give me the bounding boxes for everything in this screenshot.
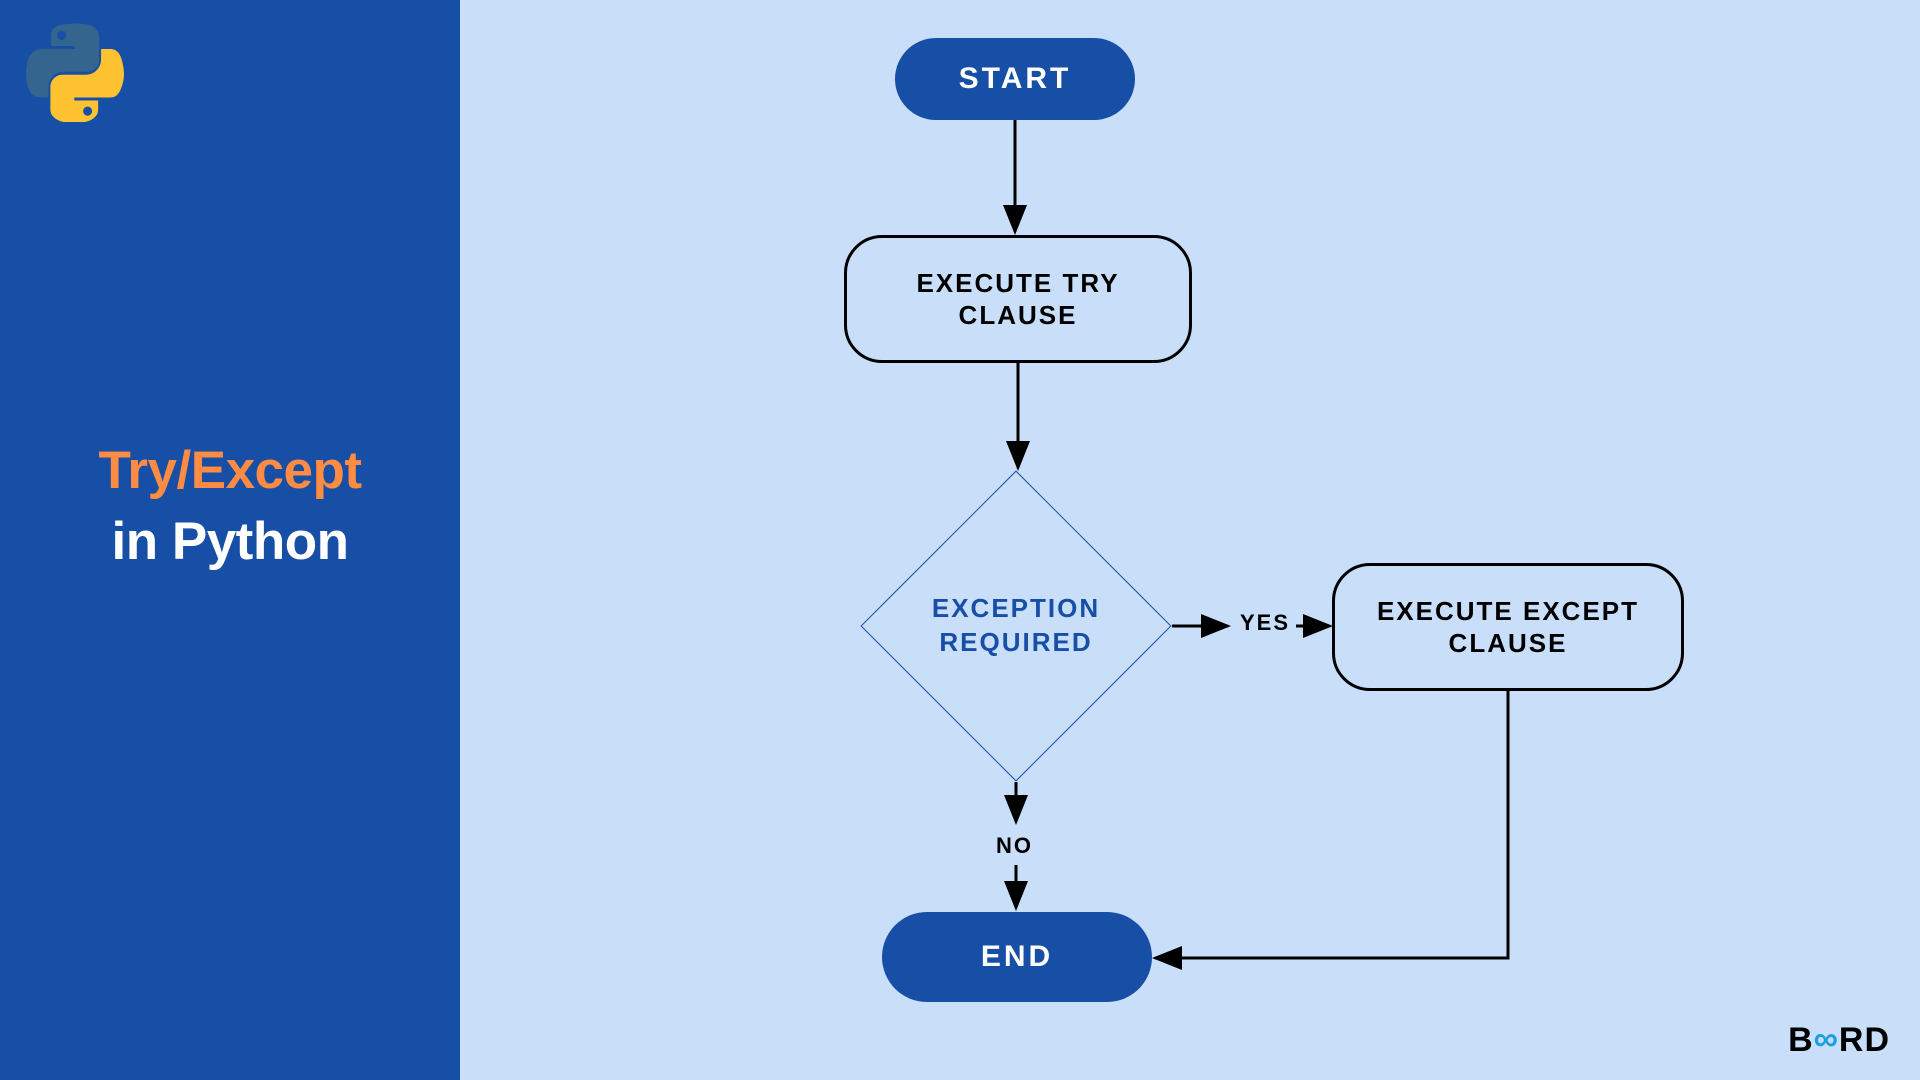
flow-except-node: EXECUTE EXCEPTCLAUSE xyxy=(1332,563,1684,691)
title-line-2: in Python xyxy=(0,511,460,572)
page-title: Try/Except in Python xyxy=(0,440,460,572)
brand-suffix: RD xyxy=(1839,1021,1890,1060)
brand-prefix: B xyxy=(1788,1021,1814,1060)
flow-start-node: START xyxy=(895,38,1135,120)
title-line-1: Try/Except xyxy=(98,441,361,500)
python-logo-icon xyxy=(25,22,125,127)
flow-start-label: START xyxy=(959,62,1072,96)
sidebar: Try/Except in Python xyxy=(0,0,460,1080)
flow-decision-label: EXCEPTIONREQUIRED xyxy=(932,592,1100,660)
flow-end-node: END xyxy=(882,912,1152,1002)
flow-try-node: EXECUTE TRYCLAUSE xyxy=(844,235,1192,363)
flow-end-label: END xyxy=(981,940,1053,974)
flow-except-label: EXECUTE EXCEPTCLAUSE xyxy=(1377,595,1639,660)
brand-logo: B∞RD xyxy=(1788,1021,1890,1060)
edge-label-no: NO xyxy=(996,833,1033,859)
flow-decision-node: EXCEPTIONREQUIRED xyxy=(860,470,1172,782)
infinity-icon: ∞ xyxy=(1814,1020,1839,1059)
edge-label-yes: YES xyxy=(1240,610,1290,636)
flow-try-label: EXECUTE TRYCLAUSE xyxy=(916,267,1119,332)
